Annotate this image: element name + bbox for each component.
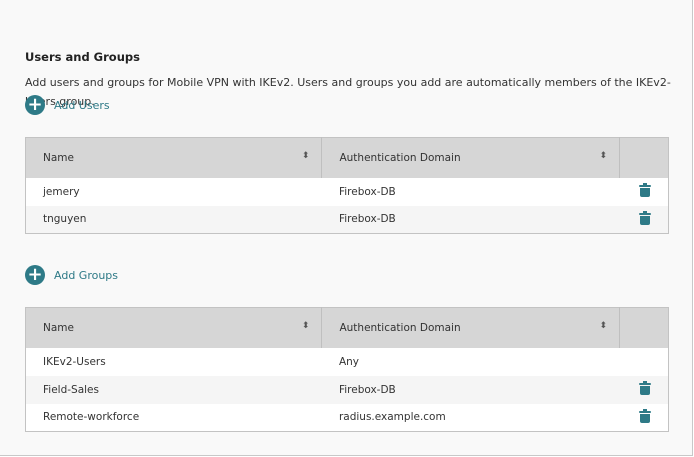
add-groups-label: Add Groups: [54, 268, 119, 282]
trash-icon[interactable]: [638, 183, 651, 197]
table-row: tnguyen Firebox-DB: [25, 205, 669, 234]
add-users-button[interactable]: + Add Users: [25, 95, 110, 115]
group-domain: radius.example.com: [321, 403, 620, 432]
plus-circle-icon: +: [25, 95, 45, 115]
section-description: Add users and groups for Mobile VPN with…: [25, 76, 671, 108]
column-header-name[interactable]: Name ⬍: [25, 307, 323, 348]
group-name: Field-Sales: [25, 375, 322, 404]
column-label: Authentication Domain: [339, 151, 461, 164]
group-name: Remote-workforce: [25, 403, 322, 432]
groups-table: Name ⬍ Authentication Domain ⬍ IKEv2-Users…: [25, 307, 669, 432]
table-row: Remote-workforce radius.example.com: [25, 403, 669, 432]
column-label: Name: [43, 321, 74, 334]
trash-icon[interactable]: [638, 210, 651, 225]
column-header-actions: [619, 137, 669, 178]
table-row: jemery Firebox-DB: [25, 177, 669, 206]
column-header-auth-domain[interactable]: Authentication Domain ⬍: [321, 137, 621, 178]
column-header-auth-domain[interactable]: Authentication Domain ⬍: [321, 307, 621, 348]
user-name: jemery: [25, 177, 322, 206]
sort-icon[interactable]: ⬍: [599, 321, 607, 331]
trash-icon[interactable]: [638, 408, 651, 423]
sort-icon[interactable]: ⬍: [302, 151, 310, 161]
column-label: Name: [43, 151, 74, 164]
sort-icon[interactable]: ⬍: [302, 321, 310, 331]
column-label: Authentication Domain: [339, 321, 461, 334]
table-row: IKEv2-Users Any: [25, 347, 669, 376]
user-name: tnguyen: [25, 205, 322, 234]
column-header-name[interactable]: Name ⬍: [25, 137, 323, 178]
trash-icon[interactable]: [638, 381, 651, 395]
section-title: Users and Groups: [25, 50, 140, 64]
users-groups-panel: Users and Groups Add users and groups fo…: [0, 0, 693, 456]
users-table: Name ⬍ Authentication Domain ⬍ jemery Fireb…: [25, 137, 669, 234]
user-domain: Firebox-DB: [321, 177, 620, 206]
group-name: IKEv2-Users: [25, 347, 322, 376]
add-users-label: Add Users: [54, 98, 110, 112]
group-domain: Firebox-DB: [321, 375, 620, 404]
group-domain: Any: [321, 347, 620, 376]
sort-icon[interactable]: ⬍: [599, 151, 607, 161]
user-domain: Firebox-DB: [321, 205, 620, 234]
add-groups-button[interactable]: + Add Groups: [25, 265, 118, 285]
plus-circle-icon: +: [25, 265, 45, 285]
column-header-actions: [619, 307, 669, 348]
table-row: Field-Sales Firebox-DB: [25, 375, 669, 404]
